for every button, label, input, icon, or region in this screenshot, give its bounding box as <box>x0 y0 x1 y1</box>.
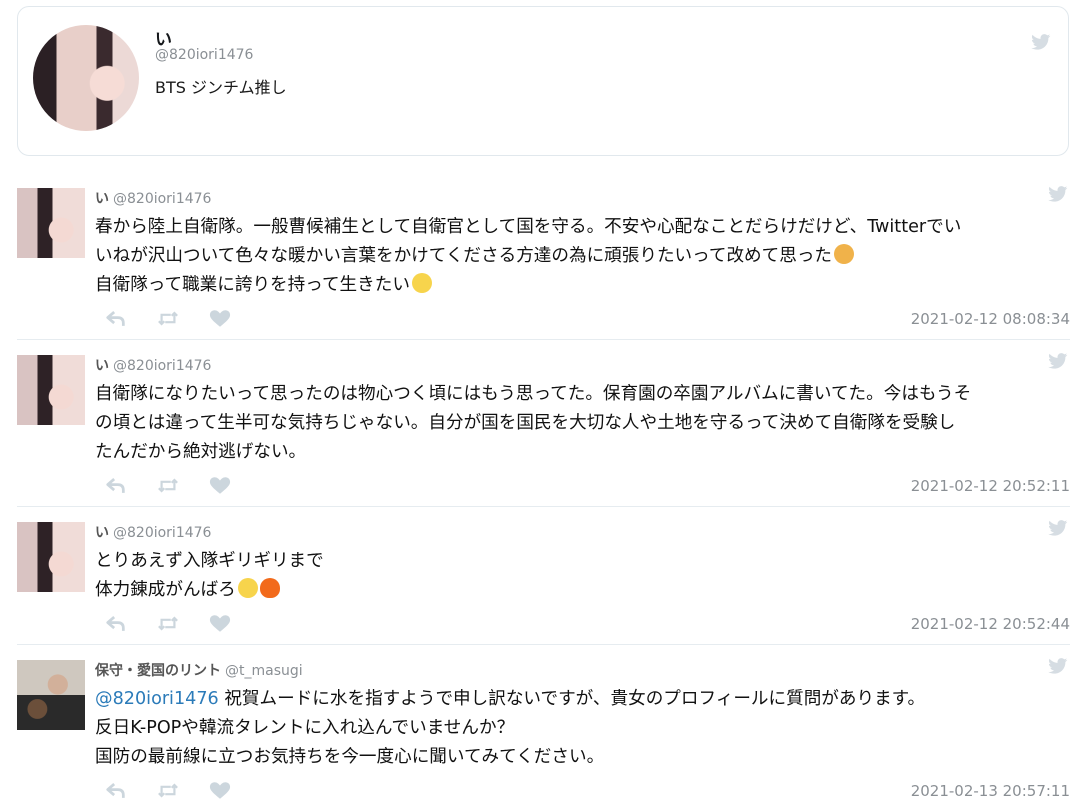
tweet-header: い @820iori1476 <box>95 522 211 542</box>
raised-fist-emoji-icon <box>237 578 258 598</box>
retweet-icon[interactable] <box>157 309 209 329</box>
tweet-timestamp[interactable]: 2021-02-13 20:57:11 <box>911 782 1070 800</box>
like-icon[interactable] <box>209 614 261 634</box>
avatar[interactable] <box>17 660 85 730</box>
author-name[interactable]: 保守・愛国のリント <box>95 663 221 679</box>
tweet: 保守・愛国のリント @t_masugi @820iori1476 祝賀ムードに水を… <box>17 650 1070 805</box>
tweet-line: たんだから絶対逃げない。 <box>95 442 307 462</box>
tweet-actions <box>105 476 261 496</box>
like-icon[interactable] <box>209 309 261 329</box>
tweet-header: い @820iori1476 <box>95 355 211 375</box>
retweet-icon[interactable] <box>157 781 209 801</box>
tweet-actions <box>105 309 261 329</box>
author-handle[interactable]: @820iori1476 <box>113 358 211 374</box>
fire-emoji-icon <box>259 578 280 598</box>
tweet-line: の頃とは違って生半可な気持ちじゃない。自分が国を国民を大切な人や土地を守るって決… <box>95 413 956 433</box>
tweet-line: とりあえず入隊ギリギリまで <box>95 551 324 571</box>
avatar[interactable] <box>17 522 85 592</box>
twitter-bird-icon[interactable] <box>1048 658 1068 674</box>
tweet-timestamp[interactable]: 2021-02-12 20:52:11 <box>911 477 1070 495</box>
tweet-line: 体力錬成がんばろ <box>95 580 236 600</box>
profile-card[interactable]: い @820iori1476 BTS ジンチム推し <box>17 6 1069 156</box>
tweet: い @820iori1476 自衛隊になりたいって思ったのは物心つく頃にはもう思っ… <box>17 345 1070 507</box>
author-name[interactable]: い <box>95 191 109 207</box>
profile-handle[interactable]: @820iori1476 <box>155 47 253 63</box>
retweet-icon[interactable] <box>157 476 209 496</box>
tweet-text: @820iori1476 祝賀ムードに水を指すようで申し訳ないですが、貴女のプロ… <box>95 685 925 772</box>
author-handle[interactable]: @t_masugi <box>225 663 303 679</box>
tweet-line: 自衛隊って職業に誇りを持って生きたい <box>95 275 410 295</box>
twitter-bird-icon[interactable] <box>1048 520 1068 536</box>
tweet-timestamp[interactable]: 2021-02-12 08:08:34 <box>911 310 1070 328</box>
tweet-header: 保守・愛国のリント @t_masugi <box>95 660 303 680</box>
author-handle[interactable]: @820iori1476 <box>113 525 211 541</box>
reply-icon[interactable] <box>105 476 157 496</box>
tweet-line: いねが沢山ついて色々な暖かい言葉をかけてくださる方達の為に頑張りたいって改めて思… <box>95 246 833 266</box>
tweet-actions <box>105 781 261 801</box>
tweet-header: い @820iori1476 <box>95 188 211 208</box>
tweet-text: とりあえず入隊ギリギリまで 体力錬成がんばろ <box>95 547 324 605</box>
tweet-line: 春から陸上自衛隊。一般曹候補生として自衛官として国を守る。不安や心配なことだらけ… <box>95 217 962 237</box>
author-name[interactable]: い <box>95 525 109 541</box>
tweet: い @820iori1476 とりあえず入隊ギリギリまで 体力錬成がんばろ 202… <box>17 512 1070 645</box>
reply-icon[interactable] <box>105 781 157 801</box>
author-handle[interactable]: @820iori1476 <box>113 191 211 207</box>
avatar[interactable] <box>17 188 85 258</box>
tweet-actions <box>105 614 261 634</box>
angry-face-emoji-icon <box>834 244 855 264</box>
like-icon[interactable] <box>209 476 261 496</box>
tweet-line: 国防の最前線に立つお気持ちを今一度心に聞いてみてください。 <box>95 747 605 767</box>
mention-link[interactable]: @820iori1476 <box>95 689 219 709</box>
flexed-biceps-emoji-icon <box>411 273 432 293</box>
reply-icon[interactable] <box>105 309 157 329</box>
tweet-timestamp[interactable]: 2021-02-12 20:52:44 <box>911 615 1070 633</box>
tweet-line: 反日K-POPや韓流タレントに入れ込んでいませんか？ <box>95 718 515 738</box>
like-icon[interactable] <box>209 781 261 801</box>
retweet-icon[interactable] <box>157 614 209 634</box>
reply-icon[interactable] <box>105 614 157 634</box>
tweet-line: 自衛隊になりたいって思ったのは物心つく頃にはもう思ってた。保育園の卒園アルバムに… <box>95 384 972 404</box>
author-name[interactable]: い <box>95 358 109 374</box>
profile-bio: BTS ジンチム推し <box>155 78 287 97</box>
twitter-bird-icon[interactable] <box>1031 34 1051 50</box>
twitter-bird-icon[interactable] <box>1048 353 1068 369</box>
tweet-line: 祝賀ムードに水を指すようで申し訳ないですが、貴女のプロフィールに質問があります。 <box>218 689 926 709</box>
tweet-text: 春から陸上自衛隊。一般曹候補生として自衛官として国を守る。不安や心配なことだらけ… <box>95 213 961 300</box>
tweet: い @820iori1476 春から陸上自衛隊。一般曹候補生として自衛官として国を… <box>17 178 1070 340</box>
twitter-bird-icon[interactable] <box>1048 186 1068 202</box>
avatar[interactable] <box>17 355 85 425</box>
profile-avatar[interactable] <box>33 25 139 131</box>
tweet-text: 自衛隊になりたいって思ったのは物心つく頃にはもう思ってた。保育園の卒園アルバムに… <box>95 380 971 467</box>
